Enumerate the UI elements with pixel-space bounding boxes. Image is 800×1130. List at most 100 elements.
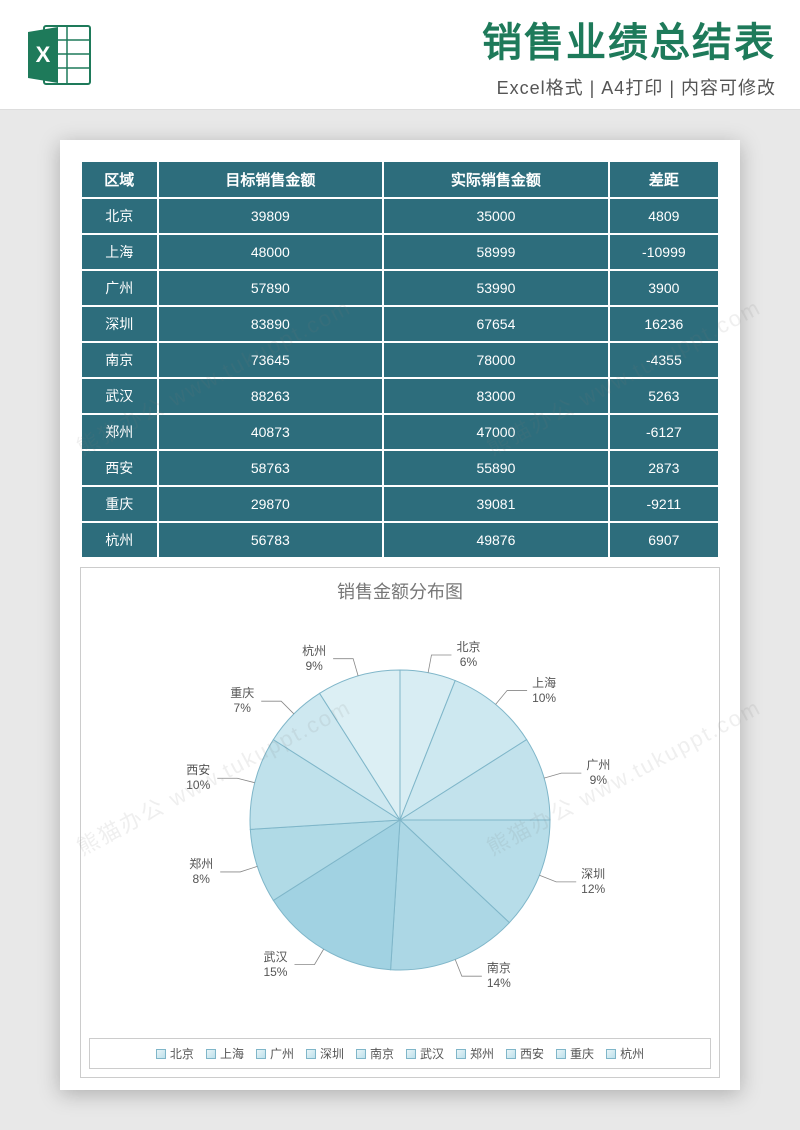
cell-target: 88263 xyxy=(159,379,383,413)
cell-target: 83890 xyxy=(159,307,383,341)
cell-gap: 6907 xyxy=(610,523,718,557)
cell-region: 广州 xyxy=(82,271,157,305)
cell-region: 西安 xyxy=(82,451,157,485)
cell-actual: 78000 xyxy=(384,343,608,377)
legend-label: 武汉 xyxy=(420,1045,444,1062)
legend-label: 西安 xyxy=(520,1045,544,1062)
cell-actual: 67654 xyxy=(384,307,608,341)
legend-label: 南京 xyxy=(370,1045,394,1062)
header-text: 销售业绩总结表 Excel格式 | A4打印 | 内容可修改 xyxy=(112,10,776,100)
legend-item-上海: 上海 xyxy=(206,1045,244,1062)
cell-region: 杭州 xyxy=(82,523,157,557)
legend-item-武汉: 武汉 xyxy=(406,1045,444,1062)
legend-swatch xyxy=(306,1049,316,1059)
cell-gap: 3900 xyxy=(610,271,718,305)
legend-label: 郑州 xyxy=(470,1045,494,1062)
cell-gap: 2873 xyxy=(610,451,718,485)
chart-title: 销售金额分布图 xyxy=(89,578,711,604)
template-header: X 销售业绩总结表 Excel格式 | A4打印 | 内容可修改 xyxy=(0,0,800,110)
cell-actual: 83000 xyxy=(384,379,608,413)
cell-target: 57890 xyxy=(159,271,383,305)
sales-table: 区域 目标销售金额 实际销售金额 差距 北京39809350004809上海48… xyxy=(80,160,720,559)
table-row: 深圳838906765416236 xyxy=(82,307,718,341)
cell-actual: 49876 xyxy=(384,523,608,557)
legend-label: 上海 xyxy=(220,1045,244,1062)
cell-target: 58763 xyxy=(159,451,383,485)
col-region: 区域 xyxy=(82,162,157,197)
slice-label-武汉: 武汉15% xyxy=(263,950,287,980)
cell-actual: 35000 xyxy=(384,199,608,233)
cell-actual: 53990 xyxy=(384,271,608,305)
legend-swatch xyxy=(506,1049,516,1059)
table-row: 武汉88263830005263 xyxy=(82,379,718,413)
page-title: 销售业绩总结表 xyxy=(112,10,776,68)
cell-region: 郑州 xyxy=(82,415,157,449)
legend-item-郑州: 郑州 xyxy=(456,1045,494,1062)
legend-label: 重庆 xyxy=(570,1045,594,1062)
slice-label-南京: 南京14% xyxy=(487,961,511,991)
cell-actual: 39081 xyxy=(384,487,608,521)
legend-swatch xyxy=(556,1049,566,1059)
table-row: 西安58763558902873 xyxy=(82,451,718,485)
slice-label-西安: 西安10% xyxy=(186,763,210,793)
legend-item-深圳: 深圳 xyxy=(306,1045,344,1062)
col-target: 目标销售金额 xyxy=(159,162,383,197)
cell-actual: 58999 xyxy=(384,235,608,269)
cell-target: 56783 xyxy=(159,523,383,557)
legend-swatch xyxy=(256,1049,266,1059)
cell-gap: -4355 xyxy=(610,343,718,377)
cell-region: 重庆 xyxy=(82,487,157,521)
table-row: 杭州56783498766907 xyxy=(82,523,718,557)
col-actual: 实际销售金额 xyxy=(384,162,608,197)
cell-target: 73645 xyxy=(159,343,383,377)
cell-actual: 47000 xyxy=(384,415,608,449)
cell-region: 上海 xyxy=(82,235,157,269)
chart-legend: 北京 上海 广州 深圳 南京 武汉 郑州 西安 重庆 杭州 xyxy=(89,1038,711,1069)
cell-actual: 55890 xyxy=(384,451,608,485)
legend-swatch xyxy=(606,1049,616,1059)
cell-gap: -10999 xyxy=(610,235,718,269)
legend-item-杭州: 杭州 xyxy=(606,1045,644,1062)
legend-item-西安: 西安 xyxy=(506,1045,544,1062)
table-row: 重庆2987039081-9211 xyxy=(82,487,718,521)
cell-gap: -6127 xyxy=(610,415,718,449)
legend-swatch xyxy=(156,1049,166,1059)
table-row: 上海4800058999-10999 xyxy=(82,235,718,269)
table-row: 北京39809350004809 xyxy=(82,199,718,233)
pie-chart: 北京6%上海10%广州9%深圳12%南京14%武汉15%郑州8%西安10%重庆7… xyxy=(89,610,711,1038)
table-row: 广州57890539903900 xyxy=(82,271,718,305)
slice-label-广州: 广州9% xyxy=(586,758,610,788)
legend-item-重庆: 重庆 xyxy=(556,1045,594,1062)
legend-item-北京: 北京 xyxy=(156,1045,194,1062)
page-subtitle: Excel格式 | A4打印 | 内容可修改 xyxy=(112,74,776,100)
legend-label: 广州 xyxy=(270,1045,294,1062)
legend-label: 杭州 xyxy=(620,1045,644,1062)
cell-region: 深圳 xyxy=(82,307,157,341)
cell-target: 40873 xyxy=(159,415,383,449)
excel-icon: X xyxy=(24,20,94,90)
slice-label-重庆: 重庆7% xyxy=(230,686,254,716)
cell-region: 南京 xyxy=(82,343,157,377)
slice-label-杭州: 杭州9% xyxy=(302,644,326,674)
cell-region: 武汉 xyxy=(82,379,157,413)
cell-region: 北京 xyxy=(82,199,157,233)
legend-item-南京: 南京 xyxy=(356,1045,394,1062)
legend-item-广州: 广州 xyxy=(256,1045,294,1062)
document-preview: 区域 目标销售金额 实际销售金额 差距 北京39809350004809上海48… xyxy=(60,140,740,1090)
cell-target: 39809 xyxy=(159,199,383,233)
cell-gap: 5263 xyxy=(610,379,718,413)
cell-gap: 16236 xyxy=(610,307,718,341)
slice-label-深圳: 深圳12% xyxy=(581,867,605,897)
slice-label-北京: 北京6% xyxy=(456,640,480,670)
chart-container: 销售金额分布图 北京6%上海10%广州9%深圳12%南京14%武汉15%郑州8%… xyxy=(80,567,720,1078)
cell-gap: -9211 xyxy=(610,487,718,521)
svg-text:X: X xyxy=(36,42,51,67)
legend-label: 深圳 xyxy=(320,1045,344,1062)
cell-target: 48000 xyxy=(159,235,383,269)
col-gap: 差距 xyxy=(610,162,718,197)
legend-label: 北京 xyxy=(170,1045,194,1062)
table-row: 郑州4087347000-6127 xyxy=(82,415,718,449)
table-row: 南京7364578000-4355 xyxy=(82,343,718,377)
legend-swatch xyxy=(206,1049,216,1059)
legend-swatch xyxy=(356,1049,366,1059)
